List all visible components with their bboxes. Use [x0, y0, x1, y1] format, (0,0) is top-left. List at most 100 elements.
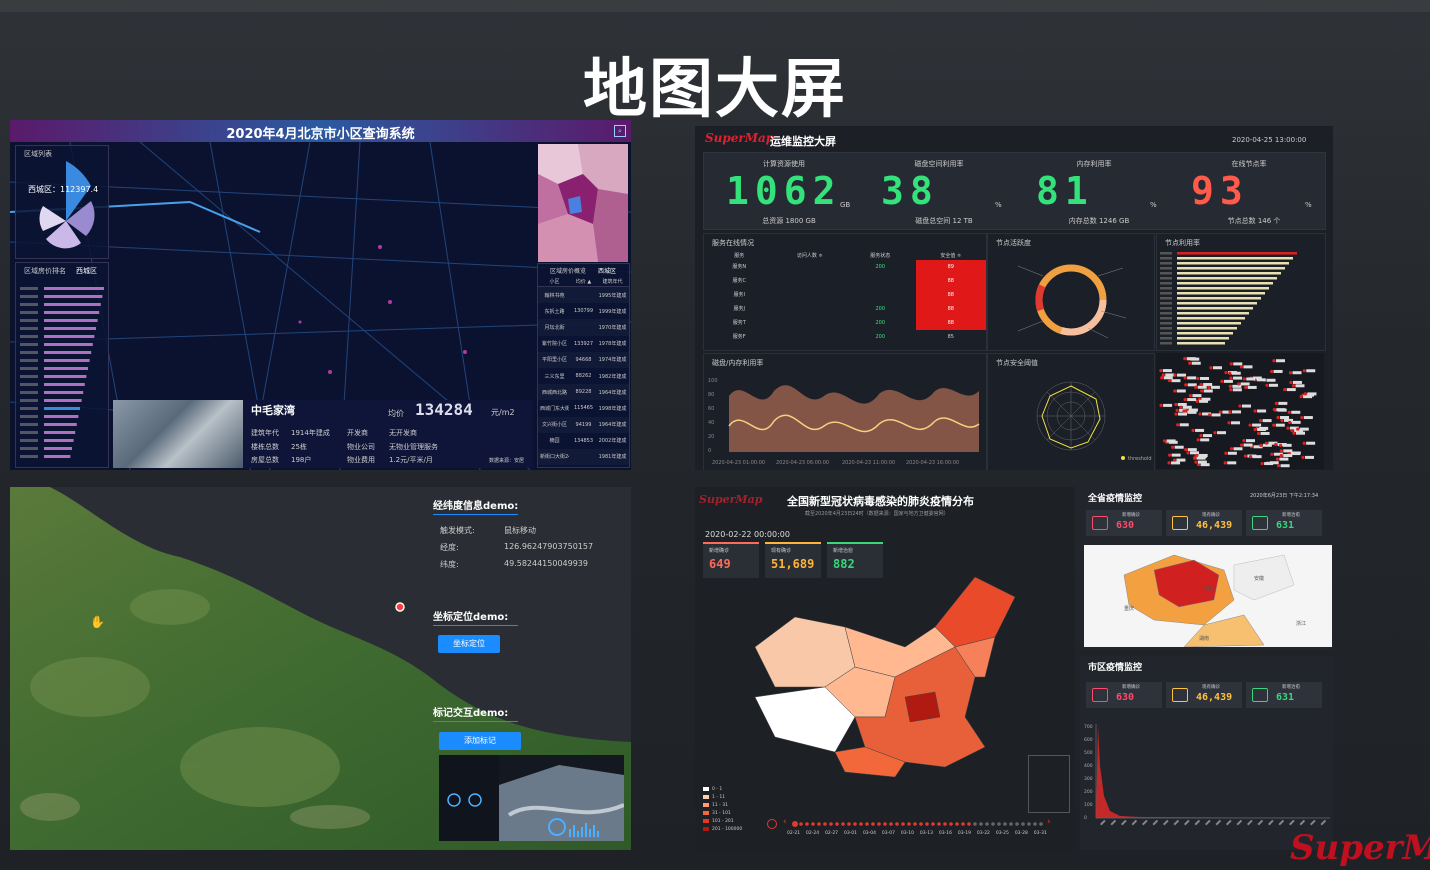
timeline-label[interactable]: 03-22 — [977, 831, 990, 836]
table-row[interactable]: 平阳里小区 94668 1974年建成 — [538, 352, 629, 368]
alert-point — [1265, 383, 1269, 387]
alert-point — [1229, 388, 1233, 392]
timeline-label[interactable]: 03-01 — [844, 831, 857, 836]
timeline-label[interactable]: 02-24 — [806, 831, 819, 836]
service-header-cell[interactable]: 安全值 ≑ — [916, 252, 987, 259]
search-icon[interactable]: ⌕ — [614, 125, 626, 137]
rank-bar — [44, 447, 72, 450]
rank-bar — [44, 335, 95, 338]
service-row[interactable]: 服务I 88 — [704, 288, 986, 302]
service-header-cell[interactable]: 服务状态 — [845, 252, 916, 259]
util-label-stub — [1160, 307, 1172, 310]
rank-tab[interactable]: 西城区 — [76, 266, 97, 276]
legend-item[interactable]: 0 - 1 — [703, 785, 742, 793]
threshold-legend: threshold — [1128, 456, 1152, 462]
timeline-next-icon[interactable]: › — [1047, 817, 1051, 827]
table-row[interactable]: 文兴街小区 94199 1964年建成 — [538, 417, 629, 433]
service-row[interactable]: 服务N 200 89 — [704, 260, 986, 274]
timeline-label[interactable]: 03-19 — [958, 831, 971, 836]
mark-demo-title: 标记交互demo: — [433, 708, 509, 719]
legend-item[interactable]: 1 - 11 — [703, 793, 742, 801]
timeline-label[interactable]: 02-21 — [787, 831, 800, 836]
table-row[interactable]: 东拆土路 130799 1999年建成 — [538, 303, 629, 319]
timeline-label[interactable]: 02-27 — [825, 831, 838, 836]
service-row[interactable]: 服务F 200 85 — [704, 330, 986, 344]
table-cell: 1964年建成 — [598, 389, 627, 396]
alert-point — [1220, 379, 1224, 383]
alert-label — [1232, 388, 1242, 392]
table-header-cell[interactable]: 均价 ▲ — [569, 278, 598, 285]
rank-bar — [44, 431, 76, 434]
timeline-play-icon[interactable] — [767, 819, 777, 829]
province-monitor-panel[interactable]: 全省疫情监控 2020年6月23日 下午2:17:34 新增确诊 630 现有确诊 4… — [1080, 487, 1333, 650]
beijing-housing-panel[interactable]: 2020年4月北京市小区查询系统 ⌕ 区域列表 西城区：112397.4 区域房… — [10, 120, 631, 470]
table-header-cell[interactable]: 小区 — [540, 278, 569, 285]
table-row[interactable]: 月坛北街 1970年建成 — [538, 319, 629, 335]
legend-item[interactable]: 201 - 100000 — [703, 825, 742, 833]
legend-item[interactable]: 101 - 201 — [703, 817, 742, 825]
ops-monitor-panel[interactable]: SuperMap 运维监控大屏 2020-04-25 13:00:00 计算资源… — [695, 126, 1333, 470]
table-tab[interactable]: 西城区 — [598, 266, 616, 275]
timeline-label[interactable]: 03-28 — [1015, 831, 1028, 836]
add-mark-button[interactable]: 添加标记 — [439, 732, 521, 750]
table-row[interactable]: 楠园 134853 2002年建成 — [538, 433, 629, 449]
alert-label — [1275, 423, 1285, 427]
alert-point — [1159, 368, 1163, 373]
table-row[interactable]: 新街口大街24 1981年建成 — [538, 449, 629, 465]
alert-label — [1203, 383, 1213, 387]
table-row[interactable]: 西城门东大街 115465 1998年建成 — [538, 400, 629, 416]
legend-swatch — [703, 795, 709, 799]
timeline-label[interactable]: 03-31 — [1034, 831, 1047, 836]
province-map[interactable]: 湖北 安徽湖南 浙江 重庆 — [1084, 545, 1332, 647]
x-tick-stub — [1131, 819, 1138, 826]
timeline-label[interactable]: 03-16 — [939, 831, 952, 836]
timeline-prev-icon[interactable]: ‹ — [783, 817, 787, 827]
timeline-label[interactable]: 03-13 — [920, 831, 933, 836]
service-cell: 89 — [915, 260, 986, 274]
alert-label — [1306, 441, 1316, 445]
alert-label — [1257, 409, 1267, 413]
service-cell — [775, 330, 846, 344]
satellite-demo-panel[interactable]: ✋ 经纬度信息demo: 触发模式: 鼠标移动 经度: 126.96247903… — [10, 487, 631, 850]
table-row[interactable]: 翰林书苑 1995年建成 — [538, 287, 629, 303]
util-bar — [1177, 277, 1277, 280]
service-header-cell[interactable]: 访问人数 ≑ — [775, 252, 846, 259]
city-monitor-panel[interactable]: 市区疫情监控 新增确诊 630 现有确诊 46,439 新增治愈 631 700 600 50… — [1080, 656, 1333, 850]
timeline-label[interactable]: 03-10 — [901, 831, 914, 836]
table-cell: 三义东里 — [544, 373, 565, 380]
timeline-dot — [1033, 822, 1037, 826]
timeline-dots[interactable] — [791, 820, 1046, 828]
util-bar — [1177, 257, 1293, 260]
service-row[interactable]: 服务J 200 88 — [704, 302, 986, 316]
timeline-label[interactable]: 03-07 — [882, 831, 895, 836]
util-label-stub — [1160, 297, 1172, 300]
house-count-value: 198户 — [291, 456, 312, 464]
table-header-cell[interactable]: 建筑年代 — [598, 278, 627, 285]
dashboard-thumbnail[interactable] — [439, 755, 625, 841]
rank-title: 区域房价排名 — [24, 267, 66, 275]
util-bar — [1177, 312, 1249, 315]
timeline-label[interactable]: 03-04 — [863, 831, 876, 836]
alert-label — [1246, 377, 1256, 381]
service-row[interactable]: 服务C 88 — [704, 274, 986, 288]
alert-point — [1303, 392, 1308, 396]
x-tick-stub — [1320, 819, 1327, 826]
china-choropleth[interactable] — [735, 567, 1035, 787]
timeline-dot — [859, 822, 863, 826]
covid-china-panel[interactable]: SuperMap 全国新型冠状病毒感染的肺炎疫情分布 截至2020年4月23日2… — [695, 487, 1075, 850]
community-card[interactable]: 中毛家湾 均价 134284 元/m2 建筑年代 1914年建成 楼栋总数 25… — [113, 400, 533, 468]
legend-item[interactable]: 31 - 101 — [703, 809, 742, 817]
timeline-label[interactable]: 03-25 — [996, 831, 1009, 836]
service-header-cell[interactable]: 服务 — [704, 252, 775, 259]
legend-label: 1 - 11 — [712, 794, 726, 800]
rank-label-stub — [20, 415, 38, 418]
legend-item[interactable]: 11 - 31 — [703, 801, 742, 809]
map-label: 安徽 — [1254, 575, 1264, 582]
table-row[interactable]: 紫竹院小区 133927 1978年建成 — [538, 336, 629, 352]
table-row[interactable]: 三义东里 88262 1982年建成 — [538, 368, 629, 384]
locate-button[interactable]: 坐标定位 — [438, 635, 500, 653]
table-row[interactable]: 西城西北路 89228 1964年建成 — [538, 384, 629, 400]
alert-point — [1276, 415, 1280, 420]
district-choropleth[interactable] — [538, 144, 628, 262]
service-row[interactable]: 服务T 200 88 — [704, 316, 986, 330]
